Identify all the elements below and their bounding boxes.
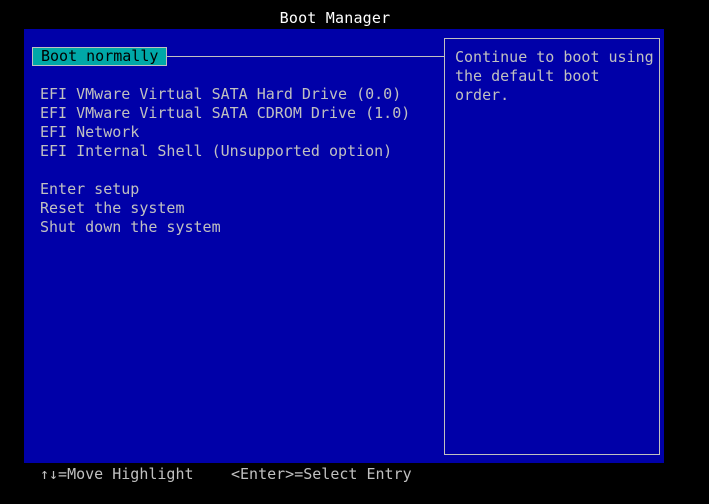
select-entry-hint: <Enter>=Select Entry	[231, 465, 412, 483]
screen-title: Boot Manager	[279, 9, 391, 27]
menu-item-efi-network[interactable]: EFI Network	[40, 123, 139, 142]
menu-item-shut-down[interactable]: Shut down the system	[40, 218, 221, 237]
help-panel: Continue to boot using the default boot …	[444, 38, 660, 455]
menu-item-internal-shell[interactable]: EFI Internal Shell (Unsupported option)	[40, 142, 392, 161]
move-highlight-hint: ↑↓=Move Highlight	[40, 465, 194, 483]
menu-item-reset-system[interactable]: Reset the system	[40, 199, 185, 218]
footer-hints: ↑↓=Move Highlight <Enter>=Select Entry	[0, 465, 709, 484]
selection-connector-line	[152, 56, 444, 57]
menu-item-sata-cdrom-drive[interactable]: EFI VMware Virtual SATA CDROM Drive (1.0…	[40, 104, 410, 123]
menu-item-sata-hard-drive[interactable]: EFI VMware Virtual SATA Hard Drive (0.0)	[40, 85, 401, 104]
menu-item-boot-normally[interactable]: Boot normally	[32, 47, 168, 66]
help-text: Continue to boot using the default boot …	[455, 48, 654, 104]
menu-item-enter-setup[interactable]: Enter setup	[40, 180, 139, 199]
